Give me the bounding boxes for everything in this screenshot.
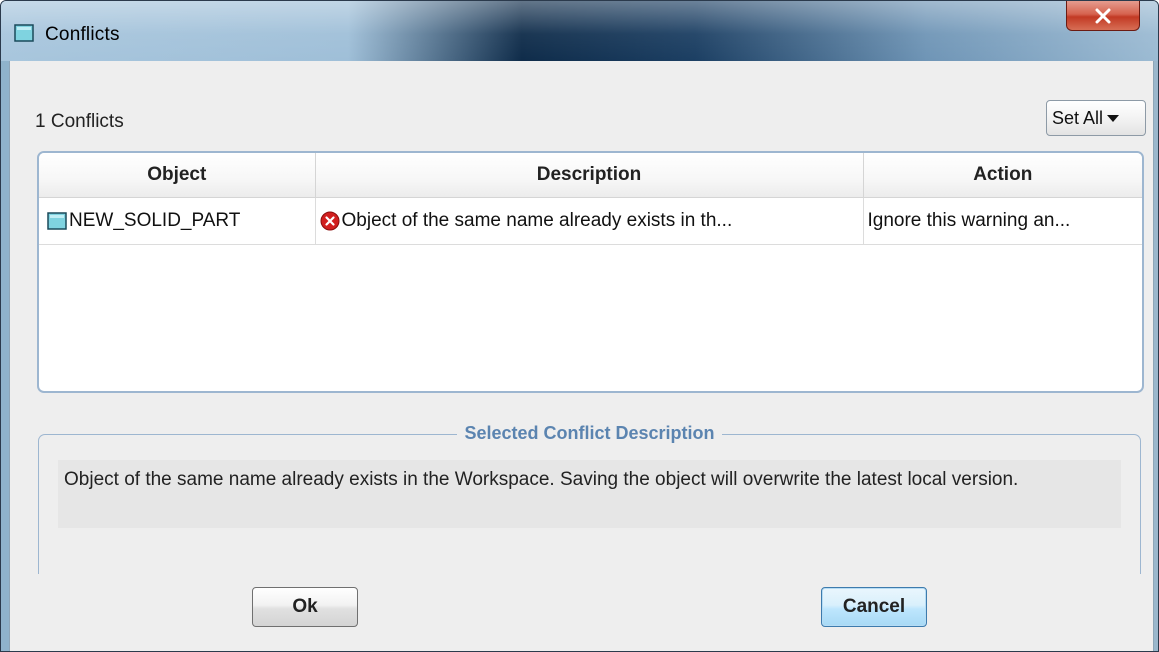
description-text: Object of the same name already exists i…: [341, 210, 733, 231]
conflicts-table[interactable]: Object Description Action NEW_SOLID_PART…: [37, 151, 1144, 393]
object-cell[interactable]: NEW_SOLID_PART: [39, 197, 316, 245]
action-text: Ignore this warning an...: [867, 210, 1071, 231]
description-cell[interactable]: Object of the same name already exists i…: [315, 197, 864, 245]
part-icon: [14, 24, 34, 42]
column-header-action[interactable]: Action: [863, 153, 1142, 198]
part-icon: [47, 212, 67, 230]
dialog-content: 1 Conflicts Set All Object Description A…: [9, 61, 1154, 651]
conflict-count: 1 Conflicts: [35, 111, 124, 132]
cancel-button[interactable]: Cancel: [821, 587, 927, 627]
window-title: Conflicts: [45, 24, 120, 45]
error-icon: [320, 211, 339, 231]
selected-conflict-description: Object of the same name already exists i…: [58, 460, 1121, 528]
table-header-row: Object Description Action: [39, 153, 1142, 198]
title-bar[interactable]: Conflicts: [1, 1, 1158, 61]
set-all-label: Set All: [1052, 107, 1104, 128]
object-name: NEW_SOLID_PART: [69, 210, 241, 231]
conflicts-dialog: Conflicts 1 Conflicts Set All Object Des…: [0, 0, 1159, 652]
ok-button[interactable]: Ok: [252, 587, 358, 627]
close-button[interactable]: [1066, 1, 1140, 31]
action-cell[interactable]: Ignore this warning an...: [863, 197, 1142, 245]
column-header-description[interactable]: Description: [315, 153, 864, 198]
table-row[interactable]: NEW_SOLID_PART Object of the same name a…: [39, 197, 1142, 245]
group-title: Selected Conflict Description: [457, 423, 722, 443]
column-header-object[interactable]: Object: [39, 153, 316, 198]
chevron-down-icon: [1107, 114, 1120, 122]
close-icon: [1095, 8, 1111, 23]
set-all-dropdown[interactable]: Set All: [1046, 100, 1146, 136]
